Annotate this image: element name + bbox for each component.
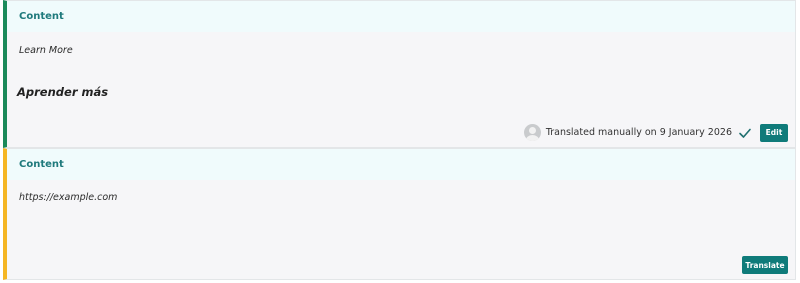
block-header: Content [7, 149, 795, 180]
block-title: Content [19, 11, 64, 22]
edit-button[interactable]: Edit [760, 123, 788, 142]
translated-text: Aprender más [17, 85, 109, 99]
translation-block-url: Content https://example.com Translate [3, 148, 796, 280]
user-avatar-icon [523, 124, 541, 141]
source-text: https://example.com [19, 192, 118, 203]
translation-block-learn-more: Content Learn More Aprender más Translat… [3, 0, 796, 148]
translation-status-label: Translated manually on 9 January 2026 [545, 127, 732, 138]
checkmark-icon [739, 128, 751, 138]
block-header: Content [7, 1, 795, 32]
source-text: Learn More [19, 45, 73, 56]
translate-button[interactable]: Translate [742, 256, 788, 274]
translation-status-row: Translated manually on 9 January 2026 Ed… [523, 123, 788, 142]
block-title: Content [19, 159, 64, 170]
